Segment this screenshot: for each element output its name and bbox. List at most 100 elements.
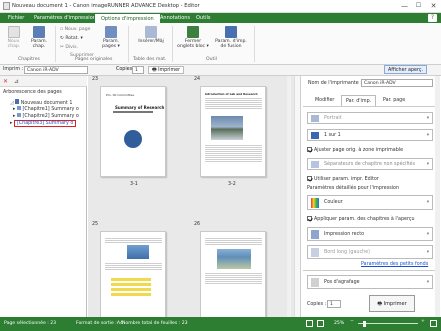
- page-number: 25: [92, 222, 99, 227]
- split-button[interactable]: ✂ Divis.: [60, 45, 78, 50]
- page-settings-button[interactable]: Param. pages ▾: [96, 26, 126, 49]
- close-tabs-icon: [187, 26, 199, 38]
- tab-par-page[interactable]: Par. page: [383, 98, 405, 103]
- document-icon: [15, 99, 20, 104]
- body-text: [105, 237, 162, 244]
- help-icon[interactable]: ?: [428, 14, 437, 22]
- zoom-slider[interactable]: [358, 323, 418, 324]
- logo-icon: [124, 130, 142, 148]
- zoom-out-icon[interactable]: −: [350, 319, 354, 324]
- divider: [128, 26, 129, 62]
- nup-select[interactable]: 1 sur 1 ▾: [307, 129, 433, 141]
- tree-item-chapter3[interactable]: ▸ [Chapitre3] Summary o: [10, 120, 77, 127]
- apply-chapter-checkbox[interactable]: Appliquer param. des chapitres à l'aperç…: [307, 216, 415, 222]
- page-preview-area[interactable]: 23 Pro. 00 Committee Summary of Research…: [88, 76, 294, 317]
- printer-value: Canon iR-ADV: [27, 68, 59, 73]
- tab-modifier[interactable]: Modifier: [315, 98, 334, 103]
- rotate-label: Rotat. ▾: [65, 36, 83, 41]
- separator-select[interactable]: Séparateurs de chapitre non spécifiés ▾: [307, 158, 433, 170]
- photo-image: [211, 116, 243, 140]
- close-button[interactable]: ✕: [427, 0, 440, 12]
- right-copies-label: Copies :: [307, 302, 327, 307]
- page-thumbnail[interactable]: Introduction of Lab and Research: [200, 86, 266, 177]
- duplex-value: Impression recto: [324, 232, 365, 237]
- printer-name-value: Canon iR-ADV: [364, 81, 396, 86]
- divider: [172, 26, 173, 62]
- tab-outils[interactable]: Outils: [190, 13, 216, 23]
- title-bar: Nouveau document 1 - Canon imageRUNNER A…: [0, 0, 441, 13]
- group-pages: Pages originales: [75, 57, 113, 62]
- orientation-value: Portrait: [324, 116, 342, 121]
- page-thumbnail[interactable]: [100, 231, 166, 317]
- pin-icon[interactable]: ⊿: [14, 78, 19, 85]
- color-select[interactable]: Couleur ▾: [307, 195, 433, 210]
- finishing-link[interactable]: Paramètres des petits fonds: [361, 262, 428, 267]
- tab-parametres-impression[interactable]: Paramètres d'impression: [28, 13, 102, 23]
- page-settings-label: Param. pages ▾: [102, 39, 120, 49]
- zoom-slider-thumb[interactable]: [363, 321, 366, 327]
- show-preview-button[interactable]: Afficher aperç.: [384, 65, 428, 74]
- zoom-in-icon[interactable]: +: [421, 319, 425, 324]
- page-thumbnail[interactable]: Pro. 00 Committee Summary of Research: [100, 86, 166, 177]
- insert-update-label: Insérer/Màj: [138, 39, 164, 44]
- close-tabs-button[interactable]: Fermer onglets bloc ▾: [176, 26, 210, 49]
- group-outil: Outil: [206, 57, 217, 62]
- ribbon-tabs: Fichier Paramètres d'impression Options …: [0, 13, 441, 23]
- toc-icon: [145, 26, 157, 38]
- new-page-button[interactable]: ▫ Nouv. page: [60, 27, 91, 32]
- delete-icon[interactable]: ✕: [3, 78, 8, 85]
- page-view-icon[interactable]: [306, 320, 313, 327]
- tree-item-document[interactable]: ◿ Nouveau document 1: [10, 99, 72, 106]
- binding-value: Bord long (gauche): [324, 250, 370, 255]
- tab-options-impression[interactable]: Options d'impression: [94, 13, 161, 23]
- checkbox-icon: [307, 176, 312, 181]
- status-selected-page: Page sélectionnée : 23: [4, 321, 57, 326]
- grid-view-icon[interactable]: [317, 320, 324, 327]
- color-value: Couleur: [324, 200, 343, 205]
- page-settings-icon: [105, 26, 117, 38]
- vertical-scrollbar[interactable]: [287, 76, 291, 317]
- new-chapter-button[interactable]: Nouv. chap.: [3, 26, 25, 49]
- print-button[interactable]: 🖶 Imprimer: [148, 66, 185, 74]
- copies-value: 1: [135, 68, 138, 73]
- right-copies-field[interactable]: 1: [327, 300, 341, 308]
- right-print-button[interactable]: 🖶 Imprimer: [369, 295, 415, 312]
- tree-item-chapter2[interactable]: ▸ [Chapitre2] Summary o: [13, 113, 79, 119]
- group-table: Table des mat.: [133, 57, 167, 62]
- merge-print-icon: [225, 26, 237, 38]
- new-page-label: Nouv. page: [64, 27, 91, 32]
- zoom-level: 25%: [334, 321, 345, 326]
- copies-field[interactable]: 1: [132, 66, 144, 74]
- page-tree-panel: ✕ ⊿ Arborescence des pages ◿ Nouveau doc…: [0, 76, 87, 317]
- tab-fichier[interactable]: Fichier: [2, 13, 30, 23]
- orientation-select[interactable]: Portrait ▾: [307, 112, 433, 124]
- page-number: 26: [194, 222, 201, 227]
- fit-icon[interactable]: [430, 320, 437, 327]
- page-thumbnail[interactable]: [200, 231, 266, 317]
- maximize-button[interactable]: ☐: [412, 0, 425, 12]
- detailed-settings-label: Paramètres détaillés pour l'impression: [307, 186, 400, 191]
- minimize-button[interactable]: —: [398, 0, 411, 12]
- printer-name-select[interactable]: Canon iR-ADV: [361, 79, 433, 87]
- rotate-button[interactable]: ↻ Rotat. ▾: [60, 36, 83, 41]
- merge-print-button[interactable]: Param. d'imp. de fusion: [212, 26, 250, 49]
- staple-select[interactable]: Pos d'agrafage ▾: [307, 275, 433, 289]
- page-heading: Summary of Research: [115, 105, 165, 110]
- insert-update-button[interactable]: Insérer/Màj: [136, 26, 166, 44]
- use-editor-checkbox[interactable]: Utiliser param. impr. Editor: [307, 176, 379, 182]
- duplex-select[interactable]: Impression recto ▾: [307, 227, 433, 241]
- body-text: [105, 262, 162, 271]
- settings-scrollbar[interactable]: [435, 76, 440, 317]
- page-number: 24: [194, 77, 201, 82]
- chapter-settings-button[interactable]: Param. chap.: [28, 26, 50, 49]
- chapter-icon: [16, 113, 21, 117]
- app-icon: [3, 2, 10, 10]
- printer-select[interactable]: Canon iR-ADV: [24, 66, 88, 74]
- use-editor-label: Utiliser param. impr. Editor: [314, 177, 379, 182]
- tree-item-chapter1[interactable]: ▸ [Chapitre1] Summary o: [13, 106, 79, 112]
- right-print-label: Imprimer: [383, 301, 407, 307]
- fit-page-checkbox[interactable]: Ajuster page orig. à zone imprimable: [307, 147, 403, 153]
- checkbox-icon: [307, 216, 312, 221]
- page-heading: Introduction of Lab and Research: [205, 92, 258, 96]
- binding-select[interactable]: Bord long (gauche) ▾: [307, 245, 433, 259]
